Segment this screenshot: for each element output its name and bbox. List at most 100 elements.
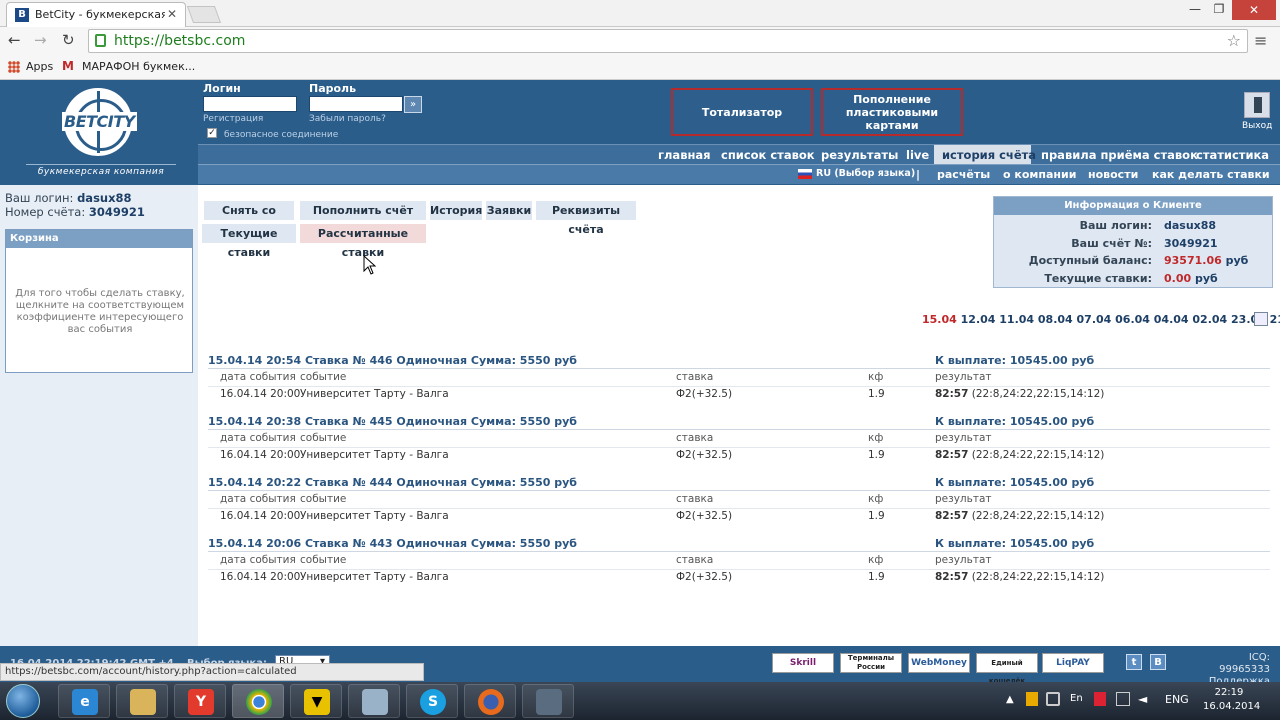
ie-icon: e	[72, 689, 98, 715]
language-selector[interactable]: RU (Выбор языка)	[816, 168, 915, 179]
chrome-menu-icon[interactable]: ≡	[1254, 31, 1267, 50]
reload-icon[interactable]: ↻	[62, 31, 75, 49]
betcity-favicon-icon: B	[15, 8, 29, 22]
exit-button[interactable]	[1244, 92, 1270, 118]
exit-label[interactable]: Выход	[1242, 121, 1272, 131]
bet-header[interactable]: 15.04.14 20:06 Ставка № 443 Одиночная Су…	[208, 537, 577, 550]
info-account-label: Ваш счёт №:	[1071, 237, 1152, 250]
status-bar-url: https://betsbc.com/account/history.php?a…	[0, 663, 424, 681]
info-balance-value: 93571.06	[1164, 254, 1222, 267]
taskbar-yandex[interactable]: Y	[174, 684, 226, 718]
info-balance-unit: руб	[1225, 254, 1249, 267]
betcity-logo[interactable]: BETCITY букмекерская компания	[26, 86, 176, 180]
nav-live[interactable]: live	[906, 148, 929, 162]
bet-header[interactable]: 15.04.14 20:38 Ставка № 445 Одиночная Су…	[208, 415, 577, 428]
tab-account-details[interactable]: Реквизиты счёта	[536, 201, 636, 236]
bookmark-apps[interactable]: Apps	[26, 60, 53, 73]
tab-requests[interactable]: Заявки	[486, 201, 532, 220]
bookmark-marathon[interactable]: МАРАФОН букмек...	[82, 60, 195, 73]
date-links[interactable]: 12.04 11.04 08.04 07.04 06.04 04.04 02.0…	[961, 313, 1280, 326]
vk-icon[interactable]: B	[1150, 654, 1166, 670]
tab-history[interactable]: История	[430, 201, 482, 220]
back-arrow-icon[interactable]: ←	[8, 31, 21, 49]
taskbar-network[interactable]	[522, 684, 574, 718]
batman-icon: ▼	[304, 689, 330, 715]
taskbar-notepad[interactable]	[348, 684, 400, 718]
skrill-logo[interactable]: Skrill	[772, 653, 834, 673]
twitter-icon[interactable]: t	[1126, 654, 1142, 670]
icq-number[interactable]: ICQ: 99965333	[1198, 652, 1270, 676]
address-bar[interactable]: https://betsbc.com ☆	[88, 29, 1248, 53]
taskbar-clock[interactable]: 22:19 16.04.2014	[1203, 686, 1261, 714]
nav-betting-rules[interactable]: правила приёма ставок	[1041, 148, 1198, 162]
forward-arrow-icon[interactable]: →	[34, 31, 47, 49]
tray-network-icon[interactable]	[1116, 692, 1130, 706]
taskbar-explorer[interactable]	[116, 684, 168, 718]
clock-date: 16.04.2014	[1203, 701, 1261, 712]
tab-current-bets[interactable]: Текущие ставки	[202, 224, 296, 259]
taskbar-ie[interactable]: e	[58, 684, 110, 718]
nav-calculations[interactable]: расчёты	[937, 168, 990, 181]
topup-cards-button[interactable]: Пополнение пластиковыми картами	[821, 88, 963, 136]
firefox-icon	[478, 689, 504, 715]
tab-settled-bets[interactable]: Рассчитанные ставки	[300, 224, 426, 259]
nav-statistics[interactable]: статистика	[1196, 148, 1269, 162]
nav-results[interactable]: результаты	[821, 148, 898, 162]
taskbar-firefox[interactable]	[464, 684, 516, 718]
maximize-icon[interactable]: ❐	[1206, 2, 1232, 20]
browser-tab[interactable]: B BetCity - букмекерская к ✕	[6, 2, 186, 27]
wallet-one-logo[interactable]: Единый кошелёк	[976, 653, 1038, 685]
taskbar-batman[interactable]: ▼	[290, 684, 342, 718]
tab-withdraw[interactable]: Снять со счёта	[204, 201, 294, 236]
tray-expand-icon[interactable]: ▲	[1006, 694, 1014, 705]
tray-app-icon[interactable]	[1026, 692, 1038, 706]
bet-event-date: 16.04.14 20:00	[220, 449, 301, 461]
new-tab-button[interactable]	[186, 6, 222, 23]
bet-stake: Ф2(+32.5)	[676, 449, 733, 461]
register-link[interactable]: Регистрация	[203, 114, 263, 124]
forgot-password-link[interactable]: Забыли пароль?	[309, 114, 386, 124]
bet-score-detail: (22:8,24:22,22:15,14:12)	[971, 449, 1105, 461]
tray-volume-icon[interactable]: ◄	[1138, 692, 1147, 706]
minimize-icon[interactable]: —	[1182, 2, 1208, 20]
nav-bet-list[interactable]: список ставок	[721, 148, 815, 162]
nav-how-to-bet[interactable]: как делать ставки	[1152, 168, 1270, 181]
password-input[interactable]	[309, 96, 403, 112]
taskbar-skype[interactable]: S	[406, 684, 458, 718]
liqpay-logo[interactable]: LiqPAY	[1042, 653, 1104, 673]
secure-connection-checkbox[interactable]: ✓	[207, 128, 217, 138]
bet-header[interactable]: 15.04.14 20:22 Ставка № 444 Одиночная Су…	[208, 476, 577, 489]
nav-account-history[interactable]: история счёта	[942, 148, 1036, 162]
your-login: Ваш логин: dasux88	[5, 191, 132, 205]
nav-about[interactable]: о компании	[1003, 168, 1076, 181]
tray-lang-en[interactable]: En	[1070, 693, 1083, 704]
tray-flag-icon[interactable]	[1094, 692, 1106, 706]
calendar-icon[interactable]	[1254, 312, 1268, 326]
bet-row-divider	[208, 508, 1270, 509]
tray-keyboard-icon[interactable]	[1046, 692, 1060, 706]
bookmarks-bar: Apps M МАРАФОН букмек...	[0, 55, 1280, 80]
nav-home[interactable]: главная	[658, 148, 711, 162]
bookmark-star-icon[interactable]: ☆	[1227, 31, 1241, 50]
browser-tab-bar: B BetCity - букмекерская к ✕ — ❐ ✕	[0, 0, 1280, 27]
tray-input-language[interactable]: ENG	[1165, 693, 1189, 706]
webmoney-logo[interactable]: WebMoney	[908, 653, 970, 673]
taskbar-chrome[interactable]	[232, 684, 284, 718]
tab-deposit[interactable]: Пополнить счёт	[300, 201, 426, 220]
bet-column-header: кф	[868, 493, 884, 505]
close-tab-icon[interactable]: ✕	[167, 7, 177, 21]
bet-result: 82:57 (22:8,24:22,22:15,14:12)	[935, 449, 1104, 461]
login-input[interactable]	[203, 96, 297, 112]
terminals-logo[interactable]: Терминалы России	[840, 653, 902, 673]
your-login-value: dasux88	[77, 191, 132, 205]
bet-payout: К выплате: 10545.00 руб	[935, 415, 1095, 428]
bet-event-name: Университет Тарту - Валга	[300, 449, 449, 461]
nav-news[interactable]: новости	[1088, 168, 1138, 181]
window-close-icon[interactable]: ✕	[1232, 0, 1276, 20]
bet-header[interactable]: 15.04.14 20:54 Ставка № 446 Одиночная Су…	[208, 354, 577, 367]
login-submit-button[interactable]: »	[404, 96, 422, 113]
bet-column-header: событие	[300, 493, 347, 505]
totalizator-button[interactable]: Тотализатор	[671, 88, 813, 136]
windows-start-button[interactable]	[6, 684, 40, 718]
date-active[interactable]: 15.04	[922, 313, 957, 326]
